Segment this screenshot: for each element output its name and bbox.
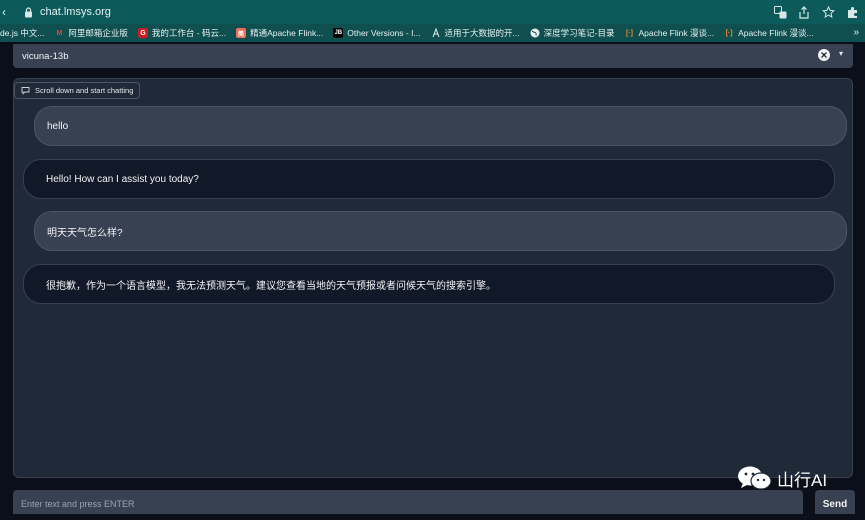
bookmark-star-icon[interactable] — [821, 5, 835, 19]
bottom-edge — [0, 514, 865, 520]
bot-message: Hello! How can I assist you today? — [23, 159, 835, 199]
user-message: 明天天气怎么样? — [34, 211, 847, 251]
clear-icon[interactable] — [818, 49, 830, 61]
bookmark-item[interactable]: [·] Apache Flink 漫谈... — [624, 27, 714, 39]
aliyun-logo-icon: [·] — [625, 29, 633, 37]
browser-url-bar: ‹ chat.lmsys.org — [0, 0, 865, 24]
bookmark-item[interactable]: G 我的工作台 - 码云... — [137, 27, 226, 39]
bookmark-item[interactable]: 深度学习笔记-目录 — [530, 27, 614, 39]
chatbot-label: Scroll down and start chatting — [14, 82, 141, 99]
bot-message: 很抱歉，作为一个语言模型，我无法预测天气。建议您查看当地的天气预报或者问候天气的… — [23, 264, 835, 304]
chat-bubble-icon — [21, 86, 30, 95]
bookmark-item[interactable]: 简 精通Apache Flink... — [236, 27, 323, 39]
user-message: hello — [34, 106, 847, 146]
site-logo-icon — [431, 28, 441, 38]
chevron-down-icon[interactable]: ▾ — [839, 49, 843, 58]
browser-actions — [773, 0, 859, 24]
address-text[interactable]: chat.lmsys.org — [40, 6, 111, 18]
model-selector[interactable]: vicuna-13b ▾ — [13, 44, 853, 68]
bookmark-item[interactable]: 适用于大数据的开... — [431, 27, 520, 39]
jetbrains-logo-icon: JB — [333, 28, 344, 38]
bookmark-item[interactable]: de.js 中文... — [0, 27, 44, 39]
watermark-text: 山行AI — [777, 470, 828, 490]
bookmarks-more-button[interactable]: » — [853, 24, 859, 42]
translate-icon[interactable] — [773, 5, 787, 19]
chatbot-panel: Scroll down and start chatting hello Hel… — [13, 78, 853, 478]
mail-logo-icon: M — [56, 29, 63, 37]
share-icon[interactable] — [797, 5, 811, 19]
gitee-logo-icon: G — [137, 28, 148, 38]
lock-icon[interactable] — [22, 6, 34, 18]
extensions-icon[interactable] — [845, 5, 859, 19]
back-icon[interactable]: ‹ — [0, 5, 14, 19]
bookmark-item[interactable]: [·] Apache Flink 漫谈... — [724, 27, 814, 39]
watermark: 山行AI — [737, 465, 827, 491]
jianshu-logo-icon: 简 — [236, 28, 247, 38]
chat-app: vicuna-13b ▾ Scroll down and start chatt… — [0, 42, 865, 520]
bookmarks-bar: de.js 中文... M 阿里邮箱企业版 G 我的工作台 - 码云... 简 … — [0, 24, 865, 42]
bookmark-item[interactable]: JB Other Versions - I... — [333, 28, 421, 38]
wechat-icon — [737, 465, 773, 491]
bookmark-item[interactable]: M 阿里邮箱企业版 — [54, 27, 127, 39]
aliyun-logo-icon: [·] — [725, 29, 733, 37]
model-selector-value: vicuna-13b — [22, 50, 69, 62]
globe-icon — [530, 28, 540, 38]
